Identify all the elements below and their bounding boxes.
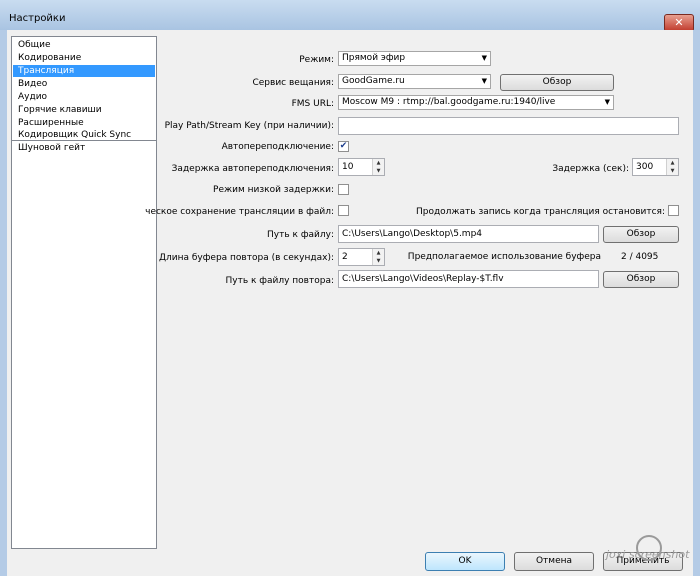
service-label: Сервис вещания:: [252, 78, 334, 88]
replaypath-browse-button[interactable]: Обзор: [603, 271, 679, 288]
fms-url-value: Moscow M9 : rtmp://bal.goodgame.ru:1940/…: [342, 97, 556, 107]
reconnect-delay-spinbox[interactable]: 10 ▲ ▼: [338, 158, 385, 176]
service-value: GoodGame.ru: [342, 76, 405, 86]
autosave-label: ческое сохранение трансляции в файл:: [145, 207, 334, 217]
bufferusage-value: 2 / 4095: [621, 252, 659, 262]
replaybuffer-value: 2: [342, 252, 348, 262]
window-frame-right: [693, 30, 700, 576]
sidebar-item-general[interactable]: Общие: [13, 39, 155, 51]
chevron-down-icon: ▼: [481, 77, 487, 85]
mode-value: Прямой эфир: [342, 53, 406, 63]
spin-arrows-icon[interactable]: ▲ ▼: [372, 249, 384, 265]
sidebar-divider: [12, 140, 156, 141]
chevron-down-icon: ▼: [481, 54, 487, 62]
replaypath-input[interactable]: C:\Users\Lango\Videos\Replay-$T.flv: [338, 270, 599, 288]
sidebar-item-video[interactable]: Видео: [13, 78, 155, 90]
filepath-browse-button[interactable]: Обзор: [603, 226, 679, 243]
delay-value: 300: [636, 162, 654, 172]
watermark-text: joxi screenshot: [606, 548, 690, 561]
spin-arrows-icon[interactable]: ▲ ▼: [372, 159, 384, 175]
sidebar-item-broadcast[interactable]: Трансляция: [13, 65, 155, 77]
mode-label: Режим:: [299, 55, 334, 65]
lowlatency-label: Режим низкой задержки:: [213, 185, 334, 195]
window-title: Настройки: [9, 13, 66, 24]
replaybuffer-label: Длина буфера повтора (в секундах):: [158, 253, 334, 263]
filepath-label: Путь к файлу:: [267, 230, 334, 240]
sidebar-item-noise-gate[interactable]: Шуновой гейт: [13, 142, 155, 154]
keeprecording-checkbox[interactable]: [668, 205, 679, 216]
autoreconnect-checkbox[interactable]: ✔: [338, 141, 349, 152]
delay-spinbox[interactable]: 300 ▲ ▼: [632, 158, 679, 176]
window-frame-left: [0, 30, 7, 576]
ok-button[interactable]: OK: [425, 552, 505, 571]
reconnect-delay-label: Задержка автопереподключения:: [171, 164, 334, 174]
replaybuffer-spinbox[interactable]: 2 ▲ ▼: [338, 248, 385, 266]
sidebar-item-advanced[interactable]: Расширенные: [13, 117, 155, 129]
service-browse-button[interactable]: Обзор: [500, 74, 614, 91]
fms-url-label: FMS URL:: [291, 99, 334, 109]
settings-category-list: Общие Кодирование Трансляция Видео Аудио…: [11, 36, 157, 549]
service-select[interactable]: GoodGame.ru ▼: [338, 74, 491, 89]
replaypath-label: Путь к файлу повтора:: [225, 276, 334, 286]
title-bar: Настройки ✕: [0, 0, 700, 32]
spin-arrows-icon[interactable]: ▲ ▼: [666, 159, 678, 175]
chevron-down-icon: ▼: [604, 98, 610, 106]
filepath-input[interactable]: C:\Users\Lango\Desktop\5.mp4: [338, 225, 599, 243]
playpath-input[interactable]: [338, 117, 679, 135]
checkmark-icon: ✔: [339, 141, 348, 151]
lowlatency-checkbox[interactable]: [338, 184, 349, 195]
sidebar-item-encoding[interactable]: Кодирование: [13, 52, 155, 64]
bufferusage-label: Предполагаемое использование буфера: [407, 252, 601, 262]
cancel-button[interactable]: Отмена: [514, 552, 594, 571]
autoreconnect-label: Автопереподключение:: [221, 142, 334, 152]
delay-label: Задержка (сек):: [552, 164, 629, 174]
fms-url-select[interactable]: Moscow M9 : rtmp://bal.goodgame.ru:1940/…: [338, 95, 614, 110]
sidebar-item-audio[interactable]: Аудио: [13, 91, 155, 103]
sidebar-item-hotkeys[interactable]: Горячие клавиши: [13, 104, 155, 116]
mode-select[interactable]: Прямой эфир ▼: [338, 51, 491, 66]
reconnect-delay-value: 10: [342, 162, 354, 172]
keeprecording-label: Продолжать запись когда трансляция остан…: [415, 207, 665, 217]
playpath-label: Play Path/Stream Key (при наличии):: [164, 121, 334, 131]
autosave-checkbox[interactable]: [338, 205, 349, 216]
